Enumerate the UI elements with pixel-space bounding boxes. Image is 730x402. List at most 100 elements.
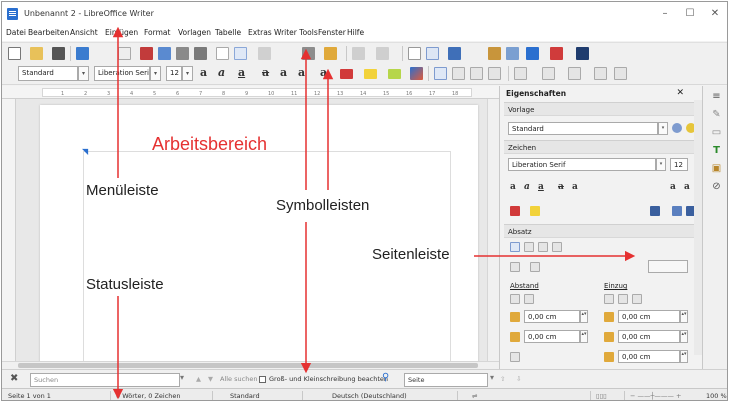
section-paragraph-header[interactable]: Absatz [504, 224, 696, 238]
first-line-indent-stepper[interactable]: ▴▾ [680, 350, 688, 363]
highlight-icon[interactable] [364, 69, 377, 79]
increase-spacing-icon[interactable] [510, 294, 520, 304]
align-justify-icon[interactable] [488, 67, 501, 80]
export-pdf-icon[interactable] [76, 47, 89, 60]
auto-spellcheck-icon[interactable] [234, 47, 247, 60]
bullet-list-icon[interactable] [542, 67, 555, 80]
cut-icon[interactable] [158, 47, 171, 60]
selection-mode-icon[interactable]: ⇌ [472, 392, 477, 400]
paste-icon[interactable] [194, 47, 207, 60]
close-button[interactable]: ✕ [704, 5, 726, 23]
nav-up-icon[interactable]: ⇧ [500, 375, 505, 383]
menu-window[interactable]: Fenster [318, 28, 346, 37]
new-document-icon[interactable] [8, 47, 21, 60]
open-icon[interactable] [30, 47, 43, 60]
menu-tools[interactable]: Extras [248, 28, 272, 37]
sidebar-font-size-select[interactable]: 12 [670, 158, 688, 171]
menu-format[interactable]: Format [144, 28, 170, 37]
bold-icon[interactable]: a [200, 66, 207, 79]
menu-insert[interactable]: Einfügen [105, 28, 138, 37]
zoom-slider[interactable]: − ——┼——— + [630, 392, 681, 400]
decrease-indent-icon[interactable] [614, 67, 627, 80]
styles-icon[interactable]: T [710, 144, 723, 157]
copy-icon[interactable] [176, 47, 189, 60]
vertical-ruler[interactable] [2, 99, 16, 361]
align-right-icon[interactable] [538, 242, 548, 252]
align-justify-icon[interactable] [552, 242, 562, 252]
zoom-level[interactable]: 100 % [706, 392, 727, 400]
align-center-icon[interactable] [524, 242, 534, 252]
decrease-indent-icon[interactable] [618, 294, 628, 304]
chevron-down-icon[interactable]: ▾ [78, 66, 89, 81]
chevron-down-icon[interactable]: ▾ [490, 373, 494, 382]
menu-table[interactable]: Tabelle [215, 28, 241, 37]
strikethrough-icon[interactable]: a [262, 66, 269, 79]
scroll-thumb[interactable] [18, 363, 478, 368]
find-replace-icon[interactable]: ⚲ [382, 372, 389, 383]
sidebar-font-select[interactable]: Liberation Serif [508, 158, 656, 171]
properties-icon[interactable]: ✎ [710, 108, 723, 121]
clipboard-icon[interactable] [302, 47, 315, 60]
bullet-list-icon[interactable] [510, 262, 520, 272]
paragraph-background-color[interactable] [648, 260, 688, 273]
sidebar-close-button[interactable]: ✕ [676, 88, 684, 98]
insert-image-icon[interactable] [448, 47, 461, 60]
binoculars-icon[interactable] [576, 47, 589, 60]
nav-down-icon[interactable]: ⇩ [516, 375, 521, 383]
superscript-icon[interactable]: a [280, 66, 287, 79]
document-vertical-scrollbar[interactable] [487, 99, 499, 361]
font-color-icon[interactable] [510, 206, 520, 216]
navigator-icon[interactable]: ⊘ [710, 180, 723, 193]
print-preview-icon[interactable] [140, 47, 153, 60]
find-next-icon[interactable]: ▼ [208, 375, 213, 383]
spacing-below-field[interactable]: 0,00 cm [524, 330, 580, 343]
decrease-spacing-icon[interactable] [524, 294, 534, 304]
page-icon[interactable]: ▭ [710, 126, 723, 139]
decrease-font-icon[interactable]: a [684, 182, 690, 192]
sidebar-scrollbar[interactable] [694, 100, 702, 355]
indent-before-stepper[interactable]: ▴▾ [680, 310, 688, 323]
search-input[interactable]: Suchen [30, 373, 180, 387]
menu-file[interactable]: Datei [6, 28, 26, 37]
character-spacing-icon[interactable] [650, 206, 660, 216]
section-character-header[interactable]: Zeichen [504, 140, 696, 154]
horizontal-ruler[interactable]: 1 2 3 4 5 6 7 8 9 10 11 12 13 14 15 16 1… [2, 86, 499, 99]
highlight-icon[interactable] [530, 206, 540, 216]
find-all-button[interactable]: Alle suchen [220, 375, 257, 383]
minimize-button[interactable]: – [654, 5, 676, 23]
menu-view[interactable]: Ansicht [70, 28, 98, 37]
menu-edit[interactable]: Bearbeiten [28, 28, 69, 37]
clear-formatting-icon[interactable] [410, 67, 423, 80]
chevron-down-icon[interactable]: ▾ [656, 158, 666, 171]
spacing-above-field[interactable]: 0,00 cm [524, 310, 580, 323]
insert-chart-icon[interactable] [488, 47, 501, 60]
menu-help[interactable]: Hilfe [347, 28, 364, 37]
paragraph-style-select[interactable]: Standard [18, 66, 78, 81]
find-replace-icon[interactable] [408, 47, 421, 60]
match-case-label[interactable]: Groß- und Kleinschreibung beachten [269, 375, 388, 383]
underline-icon[interactable]: a [538, 182, 544, 192]
sidebar-style-select[interactable]: Standard [508, 122, 658, 135]
redo-icon[interactable] [376, 47, 389, 60]
spacing-above-stepper[interactable]: ▴▾ [580, 310, 588, 323]
increase-indent-icon[interactable] [594, 67, 607, 80]
indent-after-stepper[interactable]: ▴▾ [680, 330, 688, 343]
save-icon[interactable] [52, 47, 65, 60]
match-case-checkbox[interactable] [259, 376, 266, 383]
formatting-marks-icon[interactable] [526, 47, 539, 60]
font-size-select[interactable]: 12 [166, 66, 182, 81]
indent-before-field[interactable]: 0,00 cm [618, 310, 680, 323]
language-indicator[interactable]: Deutsch (Deutschland) [332, 392, 407, 400]
clone-formatting-icon[interactable] [324, 47, 337, 60]
character-highlight-icon[interactable] [388, 69, 401, 79]
document-horizontal-scrollbar[interactable] [2, 361, 499, 369]
view-layout-icon[interactable]: ▯▯▯ [596, 392, 607, 400]
scissors-icon[interactable] [258, 47, 271, 60]
first-line-indent-field[interactable]: 0,00 cm [618, 350, 680, 363]
hanging-indent-icon[interactable] [632, 294, 642, 304]
page-style[interactable]: Standard [230, 392, 260, 400]
word-count[interactable]: 0 Wörter, 0 Zeichen [116, 392, 181, 400]
close-find-icon[interactable]: ✖ [10, 373, 18, 384]
numbered-list-icon[interactable] [568, 67, 581, 80]
bold-icon[interactable]: a [510, 182, 516, 192]
